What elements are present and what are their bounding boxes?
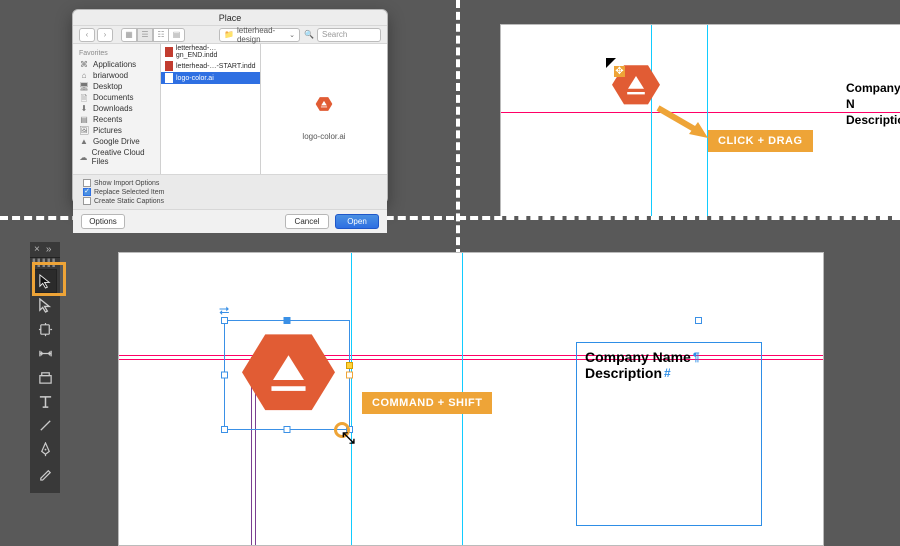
sidebar-item-pictures[interactable]: 🖼Pictures bbox=[73, 125, 160, 136]
view-column-button[interactable]: ☷ bbox=[153, 28, 169, 42]
tools-panel: × » ▌▌▌▌▌ bbox=[30, 242, 60, 493]
bottom-canvas: ×» ▌▌▌▌▌ ⮂ ⤡ COMMAND bbox=[0, 222, 900, 506]
guide-horizontal bbox=[501, 112, 900, 113]
line-tool[interactable] bbox=[33, 413, 57, 437]
view-gallery-button[interactable]: ▤ bbox=[169, 28, 185, 42]
sidebar-item-documents[interactable]: 🗎Documents bbox=[73, 92, 160, 103]
dialog-options: Show Import Options ✓Replace Selected It… bbox=[73, 174, 387, 209]
guide-vertical bbox=[651, 25, 652, 216]
description-text: Description bbox=[585, 365, 662, 381]
dialog-title: Place bbox=[73, 10, 387, 26]
type-tool[interactable] bbox=[33, 389, 57, 413]
nav-forward-button[interactable]: › bbox=[97, 28, 113, 42]
folder-name: letterhead-design bbox=[237, 26, 286, 44]
guide-vertical bbox=[351, 253, 352, 545]
sidebar-item-applications[interactable]: ⌘Applications bbox=[73, 59, 160, 70]
file-row[interactable]: letterhead-…gn_END.indd bbox=[161, 44, 260, 60]
selection-tool[interactable] bbox=[33, 269, 57, 293]
tools-panel-label: ▌▌▌▌▌ bbox=[33, 258, 58, 269]
folder-icon: 📁 bbox=[224, 30, 234, 39]
pen-tool[interactable] bbox=[33, 437, 57, 461]
company-text: Company N bbox=[846, 80, 900, 112]
end-story-icon: # bbox=[664, 366, 671, 380]
top-right-canvas: ✥ CLICK + DRAG Company N Description bbox=[470, 0, 900, 216]
guide-vertical bbox=[707, 25, 708, 216]
show-import-checkbox[interactable]: Show Import Options bbox=[83, 179, 164, 187]
sidebar-header: Favorites bbox=[73, 48, 160, 59]
replace-selected-checkbox[interactable]: ✓Replace Selected Item bbox=[83, 188, 164, 196]
sidebar-item-desktop[interactable]: 🖥Desktop bbox=[73, 81, 160, 92]
search-input[interactable]: Search bbox=[317, 28, 381, 42]
document-page[interactable] bbox=[500, 24, 900, 216]
file-preview: logo-color.ai bbox=[261, 44, 387, 174]
scale-cursor: ⤡ bbox=[334, 422, 360, 448]
live-corner-handle[interactable] bbox=[346, 362, 353, 369]
file-list: letterhead-…gn_END.indd letterhead-…-STA… bbox=[161, 44, 261, 174]
place-dialog: Place ‹ › ▦ ☰ ☷ ▤ 📁 letterhead-design ⌄ … bbox=[72, 9, 388, 204]
resize-handle[interactable] bbox=[346, 372, 353, 379]
text-frame[interactable]: Company Name¶ Description# bbox=[576, 342, 762, 526]
resize-handle[interactable] bbox=[221, 426, 228, 433]
sidebar-item-recents[interactable]: ▤Recents bbox=[73, 114, 160, 125]
resize-handle[interactable] bbox=[221, 317, 228, 324]
logo-preview-icon bbox=[316, 96, 333, 111]
page-tool[interactable] bbox=[33, 317, 57, 341]
click-drag-callout: CLICK + DRAG bbox=[708, 130, 813, 152]
pencil-tool[interactable] bbox=[33, 461, 57, 485]
preview-filename: logo-color.ai bbox=[302, 132, 345, 141]
diagonal-arrow-icon: ⤡ bbox=[342, 430, 355, 448]
pilcrow-icon: ¶ bbox=[693, 350, 700, 364]
direct-selection-tool[interactable] bbox=[33, 293, 57, 317]
gap-tool[interactable] bbox=[33, 341, 57, 365]
description-text: Description bbox=[846, 112, 900, 128]
sidebar-item-cc[interactable]: ☁Creative Cloud Files bbox=[73, 147, 160, 167]
place-cursor: ✥ bbox=[606, 58, 626, 78]
nav-back-button[interactable]: ‹ bbox=[79, 28, 95, 42]
resize-handle[interactable] bbox=[284, 317, 291, 324]
file-row[interactable]: letterhead-…-START.indd bbox=[161, 60, 260, 72]
dialog-toolbar: ‹ › ▦ ☰ ☷ ▤ 📁 letterhead-design ⌄ 🔍 Sear… bbox=[73, 26, 387, 44]
resize-handle[interactable] bbox=[695, 317, 702, 324]
close-icon[interactable]: × bbox=[34, 244, 40, 255]
view-icon-button[interactable]: ▦ bbox=[121, 28, 137, 42]
folder-dropdown[interactable]: 📁 letterhead-design ⌄ bbox=[219, 28, 300, 42]
move-icon: ✥ bbox=[614, 66, 625, 77]
create-captions-checkbox[interactable]: Create Static Captions bbox=[83, 197, 164, 205]
file-row-selected[interactable]: logo-color.ai bbox=[161, 72, 260, 84]
resize-handle[interactable] bbox=[221, 372, 228, 379]
selection-frame[interactable]: ⮂ bbox=[224, 320, 350, 430]
view-list-button[interactable]: ☰ bbox=[137, 28, 153, 42]
sidebar-item-gdrive[interactable]: ▲Google Drive bbox=[73, 136, 160, 147]
sidebar-item-downloads[interactable]: ⬇Downloads bbox=[73, 103, 160, 114]
resize-handle[interactable] bbox=[284, 426, 291, 433]
sidebar: Favorites ⌘Applications ⌂briarwood 🖥Desk… bbox=[73, 44, 161, 174]
content-collector-tool[interactable] bbox=[33, 365, 57, 389]
search-icon: 🔍 bbox=[304, 30, 314, 39]
collapse-icon[interactable]: » bbox=[46, 244, 52, 255]
command-shift-callout: COMMAND + SHIFT bbox=[362, 392, 492, 414]
chevron-down-icon: ⌄ bbox=[289, 31, 295, 39]
company-text: Company Name bbox=[585, 349, 691, 365]
sidebar-item-briarwood[interactable]: ⌂briarwood bbox=[73, 70, 160, 81]
